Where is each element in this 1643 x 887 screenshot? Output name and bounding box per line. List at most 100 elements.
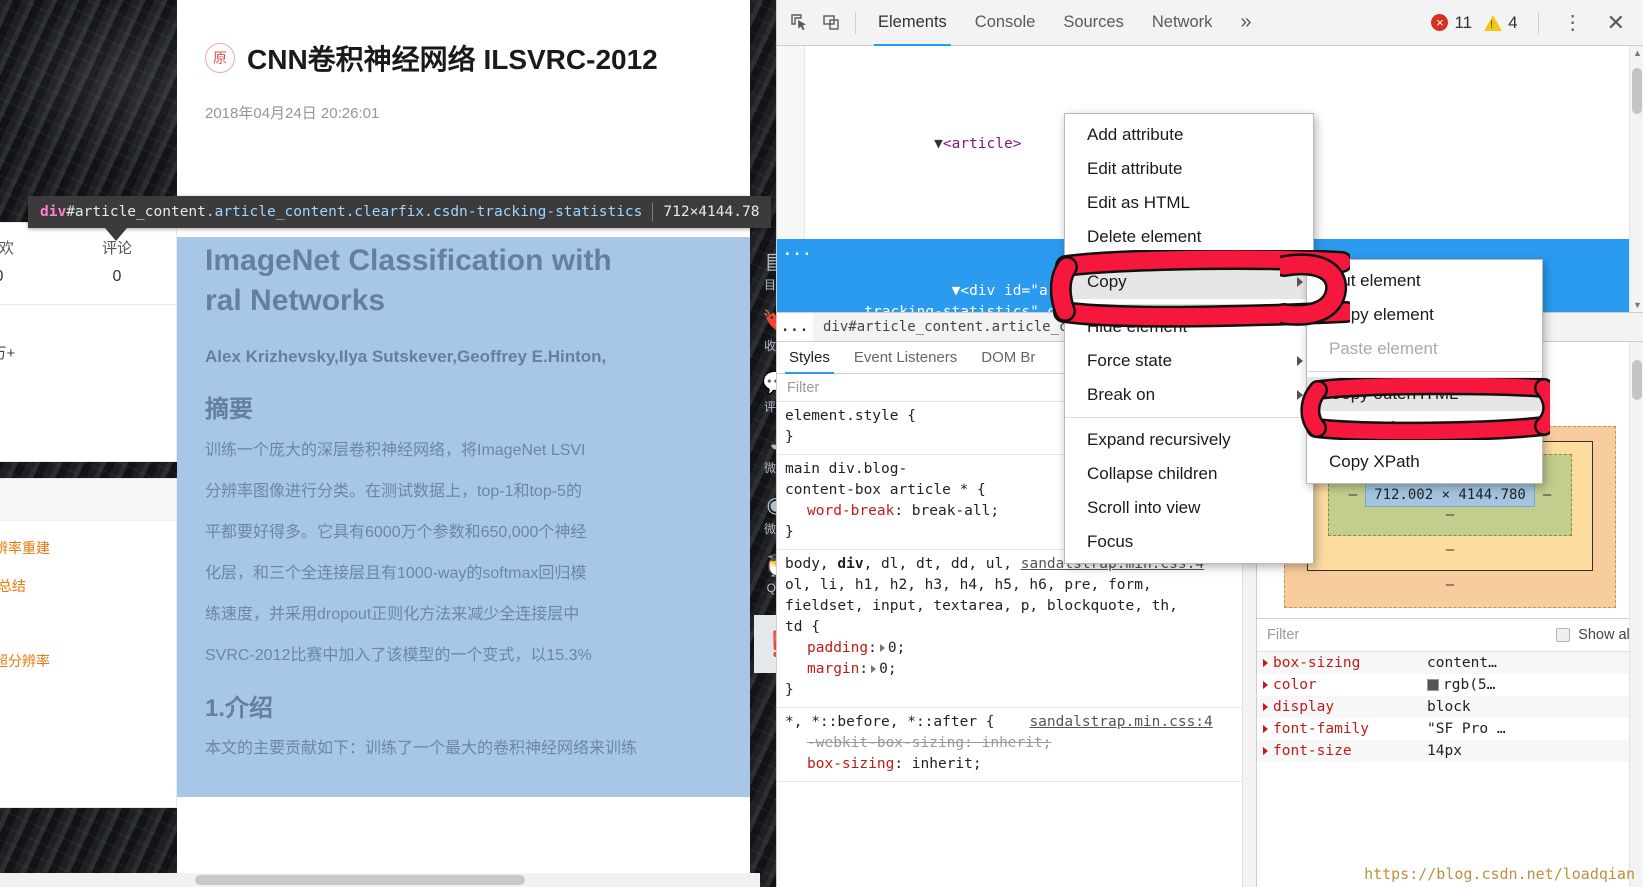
breadcrumb-path[interactable]: div#article_content.article_conte: [813, 319, 1101, 335]
expand-arrow-icon[interactable]: [1263, 747, 1268, 755]
computed-property-row[interactable]: font-size 14px: [1257, 740, 1643, 762]
tab-elements[interactable]: Elements: [864, 0, 961, 46]
breadcrumb-overflow[interactable]: ...: [777, 313, 813, 341]
computed-property-row[interactable]: color rgb(5…: [1257, 674, 1643, 696]
padding-right-value[interactable]: –: [1543, 487, 1551, 503]
padding-left-value[interactable]: –: [1349, 487, 1357, 503]
css-property-value[interactable]: break-all;: [912, 503, 999, 519]
css-property-value[interactable]: inherit;: [912, 756, 982, 772]
css-rule-close: }: [785, 682, 794, 698]
menu-item-force-state[interactable]: Force state: [1065, 344, 1313, 378]
css-declaration[interactable]: padding: 0;: [785, 638, 1248, 659]
menu-item-copy-outerhtml[interactable]: Copy outerHTML: [1307, 377, 1542, 411]
css-property-name[interactable]: word-break: [785, 503, 894, 519]
computed-property-row[interactable]: font-family "SF Pro …: [1257, 718, 1643, 740]
scroll-down-arrow[interactable]: ▼: [1633, 300, 1642, 310]
computed-filter-bar[interactable]: Filter Show all: [1257, 618, 1643, 652]
computed-property-row[interactable]: box-sizing content…: [1257, 652, 1643, 674]
css-rule-reset[interactable]: body, div, dl, dt, dd, ul, sandalstrap.m…: [777, 550, 1256, 708]
dom-tree-scrollbar[interactable]: ▲ ▼: [1629, 46, 1643, 312]
toggle-device-toolbar-icon[interactable]: [815, 7, 847, 39]
padding-bottom-value[interactable]: –: [1349, 507, 1552, 523]
tooltip-tag-name: div: [40, 204, 67, 220]
list-item[interactable]: 的图像超分辨率: [0, 634, 176, 672]
list-item[interactable]: 率方法 总结: [0, 559, 176, 597]
scrollbar-thumb[interactable]: [1632, 68, 1642, 114]
recommendation-card-header: [0, 479, 176, 521]
copy-submenu[interactable]: Cut element Copy element Paste element C…: [1306, 259, 1543, 484]
computed-property-name[interactable]: box-sizing: [1257, 655, 1427, 671]
page-horizontal-scrollbar[interactable]: [0, 873, 760, 887]
css-property-name[interactable]: margin: [785, 661, 859, 677]
menu-item-edit-attribute[interactable]: Edit attribute: [1065, 152, 1313, 186]
margin-bottom-value[interactable]: –: [1307, 577, 1594, 593]
inspect-element-icon[interactable]: [783, 7, 815, 39]
css-property-value[interactable]: 0;: [879, 661, 896, 677]
tab-dom-breakpoints[interactable]: DOM Br: [969, 342, 1047, 374]
computed-scrollbar[interactable]: [1629, 342, 1643, 887]
expand-arrow-icon[interactable]: [871, 665, 877, 673]
tab-styles[interactable]: Styles: [777, 342, 842, 374]
scroll-up-arrow[interactable]: ▲: [1633, 48, 1642, 58]
computed-property-name[interactable]: font-size: [1257, 743, 1427, 759]
menu-item-delete-element[interactable]: Delete element: [1065, 220, 1313, 254]
scrollbar-thumb[interactable]: [1632, 360, 1642, 400]
expand-arrow-icon[interactable]: [1263, 681, 1268, 689]
menu-item-copy[interactable]: Copy: [1065, 265, 1313, 299]
css-property-name[interactable]: -webkit-box-sizing: [785, 735, 964, 751]
css-selector: body, div, dl, dt, dd, ul, sandalstrap.m…: [785, 556, 1205, 635]
css-declaration[interactable]: box-sizing: inherit;: [785, 754, 1248, 775]
menu-item-scroll-into-view[interactable]: Scroll into view: [1065, 491, 1313, 525]
scrollbar-thumb[interactable]: [195, 875, 525, 885]
tab-network[interactable]: Network: [1138, 0, 1227, 46]
tab-console[interactable]: Console: [961, 0, 1050, 46]
css-property-name[interactable]: box-sizing: [785, 756, 894, 772]
menu-item-copy-element[interactable]: Copy element: [1307, 298, 1542, 332]
tab-sources[interactable]: Sources: [1049, 0, 1138, 46]
css-property-name[interactable]: padding: [785, 640, 868, 656]
menu-item-edit-as-html[interactable]: Edit as HTML: [1065, 186, 1313, 220]
warning-icon[interactable]: !: [1484, 14, 1503, 31]
dom-ellipsis-badge[interactable]: ...: [783, 241, 812, 262]
property-label: font-family: [1273, 721, 1370, 737]
computed-property-name[interactable]: font-family: [1257, 721, 1427, 737]
computed-property-name[interactable]: color: [1257, 677, 1427, 693]
menu-item-collapse-children[interactable]: Collapse children: [1065, 457, 1313, 491]
computed-property-row[interactable]: display block: [1257, 696, 1643, 718]
css-rule-universal[interactable]: *, *::before, *::after { sandalstrap.min…: [777, 708, 1256, 782]
color-swatch[interactable]: [1427, 679, 1439, 691]
css-property-value[interactable]: inherit;: [982, 735, 1052, 751]
stats-detail-row: : 280: [0, 305, 176, 332]
css-source-link[interactable]: sandalstrap.min.css:4: [1029, 714, 1212, 730]
menu-item-copy-xpath[interactable]: Copy XPath: [1307, 445, 1542, 479]
divider: [652, 203, 654, 221]
css-property-value[interactable]: 0;: [888, 640, 905, 656]
menu-item-hide-element[interactable]: Hide element: [1065, 310, 1313, 344]
css-declaration[interactable]: -webkit-box-sizing: inherit;: [785, 733, 1248, 754]
menu-item-break-on[interactable]: Break on: [1065, 378, 1313, 412]
menu-item-add-attribute[interactable]: Add attribute: [1065, 118, 1313, 152]
expand-arrow-icon[interactable]: [1263, 659, 1268, 667]
computed-property-value: 14px: [1427, 743, 1462, 759]
menu-item-focus[interactable]: Focus: [1065, 525, 1313, 559]
box-model-content-size[interactable]: 712.002 × 4144.780: [1365, 483, 1535, 507]
css-declaration[interactable]: margin: 0;: [785, 659, 1248, 680]
tab-event-listeners[interactable]: Event Listeners: [842, 342, 969, 374]
expand-arrow-icon[interactable]: [1263, 703, 1268, 711]
computed-property-name[interactable]: display: [1257, 699, 1427, 715]
menu-item-copy-selector[interactable]: Copy selector: [1307, 411, 1542, 445]
kebab-menu-icon[interactable]: ⋮: [1553, 10, 1593, 35]
menu-item-expand-recursively[interactable]: Expand recursively: [1065, 423, 1313, 457]
expand-arrow-icon[interactable]: [1263, 725, 1268, 733]
show-all-checkbox[interactable]: [1556, 628, 1571, 642]
menu-item-cut-element[interactable]: Cut element: [1307, 264, 1542, 298]
list-item[interactable]: 简介: [0, 596, 176, 634]
close-icon[interactable]: ✕: [1599, 10, 1633, 36]
context-menu[interactable]: Add attribute Edit attribute Edit as HTM…: [1064, 113, 1314, 564]
show-all-toggle[interactable]: Show all: [1556, 627, 1633, 643]
expand-arrow-icon[interactable]: [879, 644, 885, 652]
error-icon[interactable]: ×: [1431, 14, 1449, 31]
chevron-double-right-icon[interactable]: »: [1226, 11, 1265, 34]
border-bottom-value[interactable]: –: [1328, 542, 1573, 558]
list-item[interactable]: 像超分辨率重建: [0, 521, 176, 559]
